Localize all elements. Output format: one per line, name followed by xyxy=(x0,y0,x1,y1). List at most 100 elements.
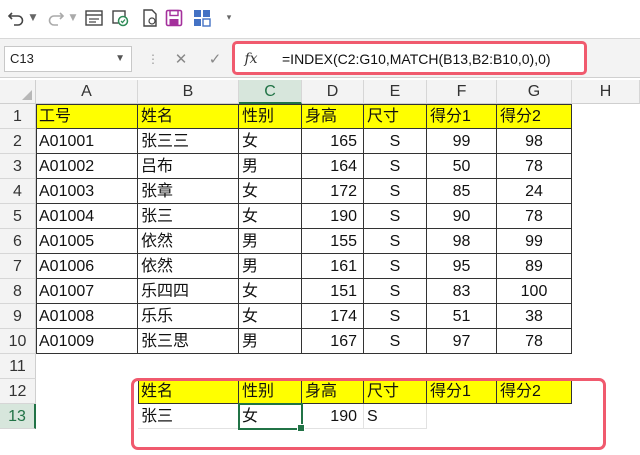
table-grid-icon[interactable] xyxy=(190,6,214,30)
table-header-cell[interactable]: 性别 xyxy=(239,104,302,129)
lookup-header-cell[interactable]: 得分2 xyxy=(497,379,572,404)
table-cell[interactable]: A01001 xyxy=(36,129,138,154)
table-cell[interactable]: 51 xyxy=(427,304,497,329)
table-cell[interactable]: A01003 xyxy=(36,179,138,204)
lookup-header-cell[interactable]: 得分1 xyxy=(427,379,497,404)
table-cell[interactable]: S xyxy=(364,254,427,279)
table-cell[interactable]: S xyxy=(364,229,427,254)
table-header-cell[interactable]: 得分2 xyxy=(497,104,572,129)
table-cell[interactable]: 张章 xyxy=(138,179,239,204)
table-cell[interactable]: 男 xyxy=(239,254,302,279)
cancel-icon[interactable]: ✕ xyxy=(170,47,192,71)
table-cell[interactable]: 50 xyxy=(427,154,497,179)
save-icon[interactable] xyxy=(162,6,186,30)
table-cell[interactable]: 男 xyxy=(239,229,302,254)
row-header-10[interactable]: 10 xyxy=(0,329,36,354)
table-cell[interactable]: A01004 xyxy=(36,204,138,229)
table-cell[interactable]: 89 xyxy=(497,254,572,279)
column-header-g[interactable]: G xyxy=(497,80,572,104)
undo-icon[interactable] xyxy=(4,6,28,30)
row-header-5[interactable]: 5 xyxy=(0,204,36,229)
table-cell[interactable]: S xyxy=(364,329,427,354)
row-header-4[interactable]: 4 xyxy=(0,179,36,204)
table-cell[interactable]: 99 xyxy=(427,129,497,154)
column-header-a[interactable]: A xyxy=(36,80,138,104)
table-header-cell[interactable]: 工号 xyxy=(36,104,138,129)
lookup-header-cell[interactable]: 性别 xyxy=(239,379,302,404)
table-cell[interactable]: A01009 xyxy=(36,329,138,354)
redo-dropdown-icon[interactable]: ▼ xyxy=(68,6,78,30)
table-cell[interactable]: 男 xyxy=(239,154,302,179)
form-icon[interactable] xyxy=(82,6,106,30)
table-cell[interactable]: 吕布 xyxy=(138,154,239,179)
table-cell[interactable]: 99 xyxy=(497,229,572,254)
table-cell[interactable]: 164 xyxy=(302,154,364,179)
table-header-cell[interactable]: 得分1 xyxy=(427,104,497,129)
name-box[interactable]: C13 ▼ xyxy=(4,46,132,72)
table-cell[interactable]: 78 xyxy=(497,154,572,179)
redo-icon[interactable] xyxy=(44,6,68,30)
lookup-result-cell[interactable]: 190 xyxy=(302,404,364,429)
lookup-header-cell[interactable]: 姓名 xyxy=(138,379,239,404)
table-cell[interactable]: 151 xyxy=(302,279,364,304)
column-header-h[interactable]: H xyxy=(572,80,640,104)
table-cell[interactable]: 乐四四 xyxy=(138,279,239,304)
table-cell[interactable]: S xyxy=(364,154,427,179)
column-header-d[interactable]: D xyxy=(302,80,364,104)
enter-check-icon[interactable]: ✓ xyxy=(204,47,226,71)
table-cell[interactable]: 24 xyxy=(497,179,572,204)
formula-input[interactable]: =INDEX(C2:G10,MATCH(B13,B2:B10,0),0) xyxy=(282,47,551,71)
row-header-6[interactable]: 6 xyxy=(0,229,36,254)
table-cell[interactable]: A01005 xyxy=(36,229,138,254)
table-header-cell[interactable]: 身高 xyxy=(302,104,364,129)
table-cell[interactable]: S xyxy=(364,304,427,329)
table-cell[interactable]: 女 xyxy=(239,179,302,204)
table-cell[interactable]: 83 xyxy=(427,279,497,304)
autosave-icon[interactable] xyxy=(108,6,132,30)
table-cell[interactable]: S xyxy=(364,179,427,204)
table-cell[interactable]: 95 xyxy=(427,254,497,279)
table-cell[interactable]: S xyxy=(364,129,427,154)
table-cell[interactable]: 85 xyxy=(427,179,497,204)
table-cell[interactable]: 78 xyxy=(497,204,572,229)
row-header-11[interactable]: 11 xyxy=(0,354,36,379)
table-cell[interactable]: 98 xyxy=(497,129,572,154)
column-header-b[interactable]: B xyxy=(138,80,239,104)
undo-dropdown-icon[interactable]: ▼ xyxy=(28,6,38,30)
row-header-12[interactable]: 12 xyxy=(0,379,36,404)
chevron-down-icon[interactable]: ▾ xyxy=(222,6,236,30)
table-cell[interactable]: 90 xyxy=(427,204,497,229)
lookup-result-cell[interactable]: S xyxy=(364,404,427,429)
lookup-result-cell[interactable]: 张三 xyxy=(138,404,239,429)
table-cell[interactable]: 155 xyxy=(302,229,364,254)
table-cell[interactable]: 依然 xyxy=(138,254,239,279)
table-cell[interactable]: S xyxy=(364,279,427,304)
lookup-result-cell[interactable]: 女 xyxy=(239,404,302,429)
table-cell[interactable]: A01008 xyxy=(36,304,138,329)
table-cell[interactable]: A01007 xyxy=(36,279,138,304)
formula-bar-splitter[interactable]: ⋮ xyxy=(147,49,159,69)
row-header-8[interactable]: 8 xyxy=(0,279,36,304)
table-header-cell[interactable]: 尺寸 xyxy=(364,104,427,129)
table-cell[interactable]: 张三三 xyxy=(138,129,239,154)
table-cell[interactable]: S xyxy=(364,204,427,229)
table-cell[interactable]: 165 xyxy=(302,129,364,154)
table-cell[interactable]: 女 xyxy=(239,279,302,304)
table-cell[interactable]: 98 xyxy=(427,229,497,254)
row-header-1[interactable]: 1 xyxy=(0,104,36,129)
table-header-cell[interactable]: 姓名 xyxy=(138,104,239,129)
insert-function-icon[interactable]: fx xyxy=(240,47,262,71)
lookup-header-cell[interactable]: 尺寸 xyxy=(364,379,427,404)
row-header-7[interactable]: 7 xyxy=(0,254,36,279)
table-cell[interactable]: 女 xyxy=(239,304,302,329)
column-header-f[interactable]: F xyxy=(427,80,497,104)
table-cell[interactable]: 张三 xyxy=(138,204,239,229)
table-cell[interactable]: 依然 xyxy=(138,229,239,254)
select-all-corner[interactable] xyxy=(0,80,36,104)
row-header-13[interactable]: 13 xyxy=(0,404,36,429)
table-cell[interactable]: 100 xyxy=(497,279,572,304)
table-cell[interactable]: 174 xyxy=(302,304,364,329)
table-cell[interactable]: A01006 xyxy=(36,254,138,279)
column-header-e[interactable]: E xyxy=(364,80,427,104)
table-cell[interactable]: 78 xyxy=(497,329,572,354)
